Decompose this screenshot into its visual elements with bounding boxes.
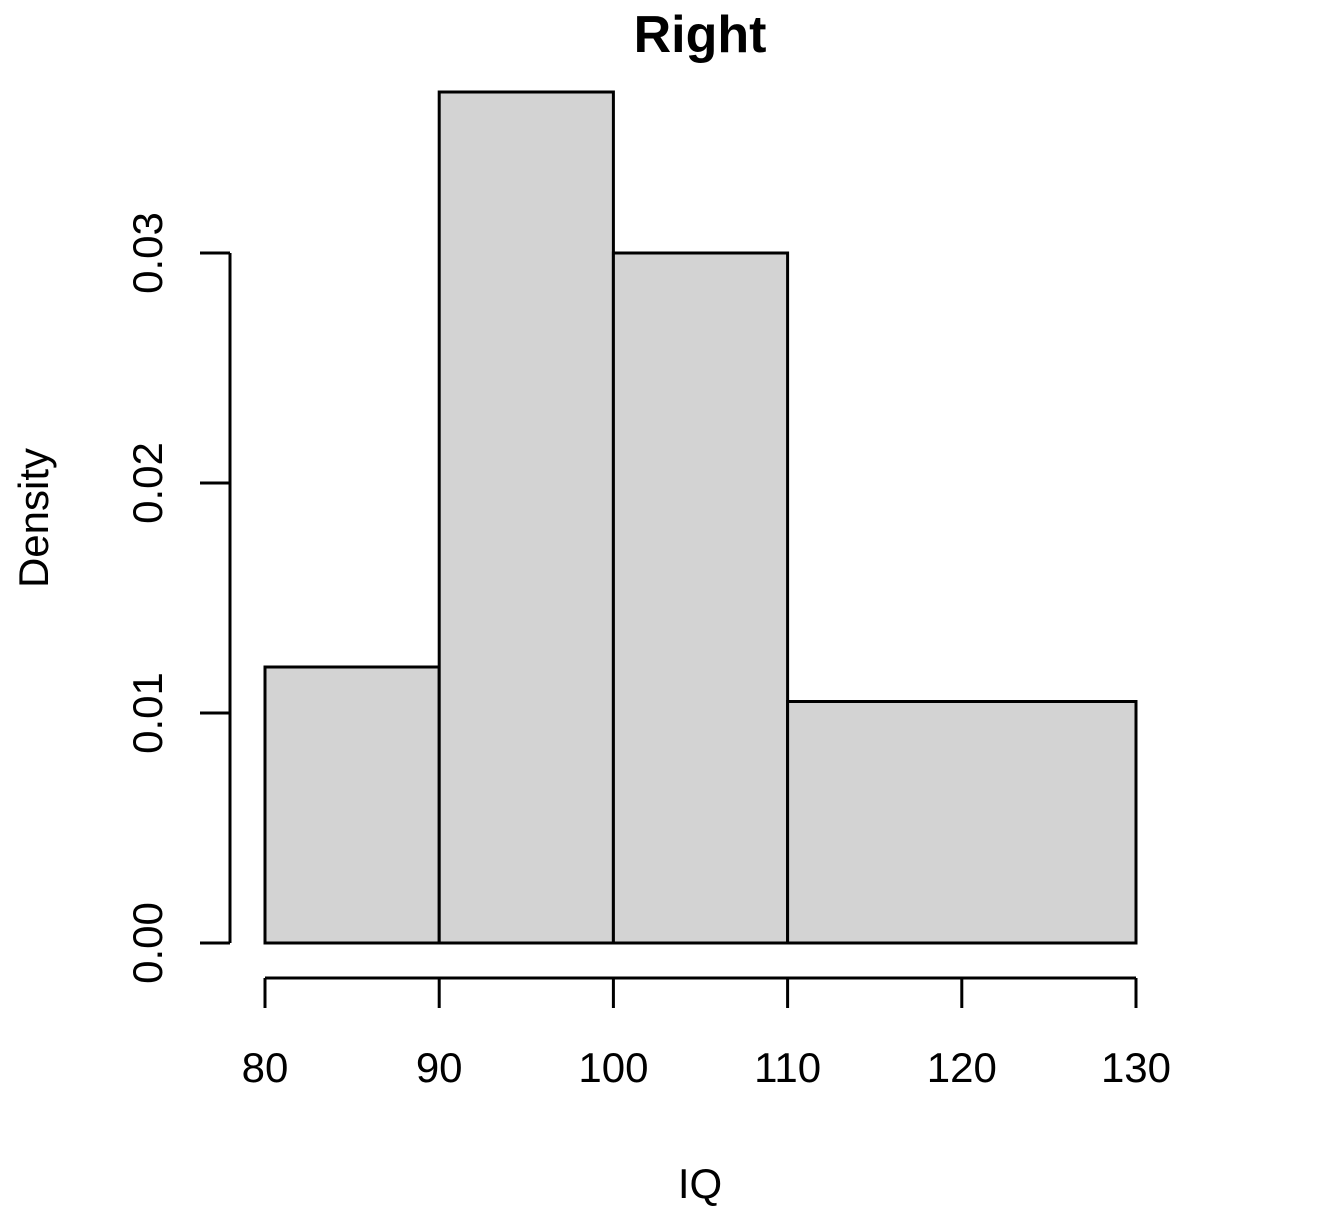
x-tick-label: 130 (1101, 1044, 1171, 1091)
y-tick-label: 0.03 (124, 212, 171, 294)
x-tick-label: 100 (578, 1044, 648, 1091)
x-tick-label: 110 (754, 1044, 821, 1091)
x-tick-label: 90 (416, 1044, 463, 1091)
y-axis: 0.00 0.01 0.02 0.03 (124, 212, 232, 984)
histogram-bar-0 (263, 665, 441, 945)
histogram-bar-2 (611, 251, 790, 945)
x-tick-label: 120 (927, 1044, 997, 1091)
x-axis-title: IQ (678, 1160, 722, 1207)
y-tick-label: 0.02 (124, 442, 171, 524)
x-tick-label: 80 (242, 1044, 289, 1091)
histogram-bar-1 (437, 90, 615, 945)
histogram-bar-3 (786, 700, 1138, 945)
y-tick-label: 0.00 (124, 902, 171, 984)
x-axis: 80 90 100 110 120 130 (242, 976, 1171, 1091)
histogram-chart: Right 0.000.010.020.03 80 90 100 110 120 130 … (10, 6, 1171, 1207)
bars-group (263, 90, 1138, 945)
y-tick-label: 0.01 (124, 672, 171, 754)
y-axis-title: Density (10, 448, 57, 588)
chart-title: Right (634, 6, 767, 64)
